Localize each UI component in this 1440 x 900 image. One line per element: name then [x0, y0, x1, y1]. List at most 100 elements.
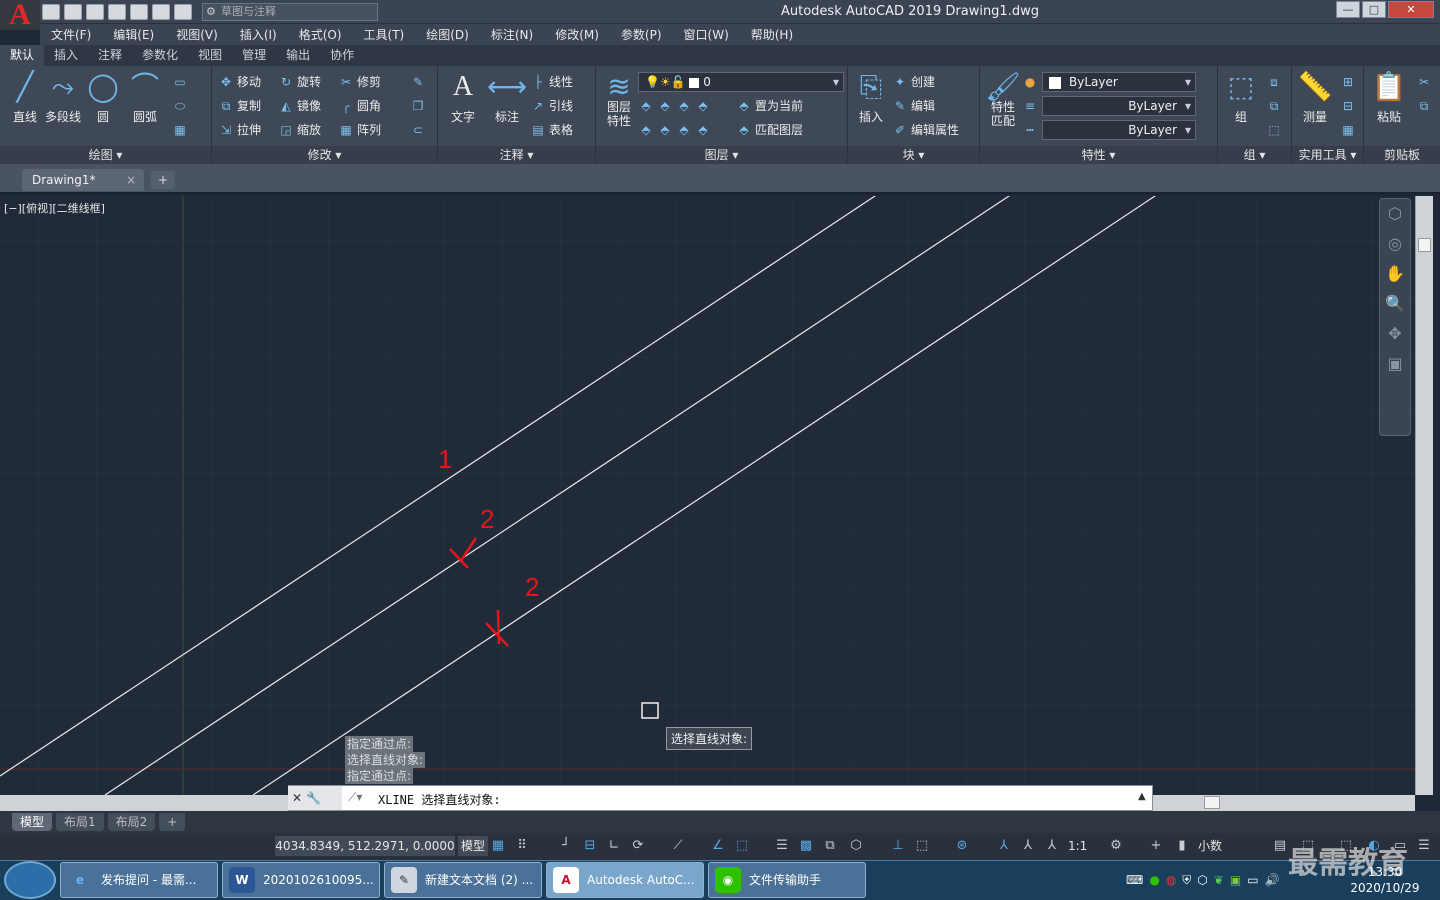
- trim-button[interactable]: ✂ 修剪: [338, 72, 381, 92]
- linear-button[interactable]: ├ 线性: [530, 72, 573, 92]
- zoom-icon[interactable]: 🔍: [1380, 289, 1410, 319]
- viewcube-icon[interactable]: ⬡: [1380, 199, 1410, 229]
- nvidia-icon[interactable]: ▣: [1230, 873, 1241, 887]
- annotation-visibility-icon[interactable]: ⅄: [994, 836, 1014, 856]
- scale-button[interactable]: ◲ 缩放: [278, 120, 321, 140]
- menu-edit[interactable]: 编辑(E): [102, 26, 165, 43]
- wechat-tray-icon[interactable]: ●: [1149, 873, 1159, 887]
- maximize-button[interactable]: □: [1362, 1, 1386, 18]
- menu-view[interactable]: 视图(V): [165, 26, 229, 43]
- customization-icon[interactable]: ☰: [1414, 836, 1434, 856]
- layer-dropdown[interactable]: 💡☀🔓 0: [638, 72, 844, 92]
- workspace-gear-icon[interactable]: ⚙: [1106, 836, 1126, 856]
- erase-icon[interactable]: ✎: [410, 72, 429, 92]
- tab-layout1[interactable]: 布局1: [56, 813, 104, 831]
- object-snap-icon[interactable]: ⬚: [732, 836, 752, 856]
- table-button[interactable]: ▤ 表格: [530, 120, 573, 140]
- group-panel-title[interactable]: 组 ▾: [1218, 146, 1291, 164]
- 3d-osnap-icon[interactable]: ⬡: [846, 836, 866, 856]
- save-as-icon[interactable]: [108, 4, 126, 20]
- draw-panel-title[interactable]: 绘图 ▾: [0, 146, 211, 164]
- move-button[interactable]: ✥ 移动: [218, 72, 261, 92]
- keyboard-icon[interactable]: ⌨: [1126, 873, 1143, 887]
- copy-clip-icon[interactable]: ⧉: [1416, 96, 1435, 116]
- antivirus-icon[interactable]: ◍: [1166, 873, 1176, 887]
- layer-tools-row1[interactable]: ⬘ ⬘ ⬘ ⬘: [638, 96, 714, 116]
- viewport-controls-label[interactable]: [−][俯视][二维线框]: [4, 200, 105, 216]
- explode-icon[interactable]: ❐: [410, 96, 429, 116]
- save-icon[interactable]: [86, 4, 104, 20]
- menu-insert[interactable]: 插入(I): [229, 26, 288, 43]
- tab-manage[interactable]: 管理: [232, 45, 276, 66]
- orbit-icon[interactable]: ✥: [1380, 319, 1410, 349]
- annotation-monitor-icon[interactable]: +: [1146, 836, 1166, 856]
- block-panel-title[interactable]: 块 ▾: [848, 146, 979, 164]
- drawing-canvas[interactable]: 1 2 2: [0, 196, 1415, 795]
- color-wheel-icon[interactable]: ●: [1022, 72, 1041, 92]
- command-prompt-icon[interactable]: ⟋▾: [348, 790, 362, 805]
- tab-layout2[interactable]: 布局2: [107, 813, 156, 831]
- edit-block-button[interactable]: ✎ 编辑: [892, 96, 935, 116]
- menu-dimension[interactable]: 标注(N): [480, 26, 544, 43]
- make-current-button[interactable]: ⬘ 置为当前: [736, 96, 803, 116]
- new-tab-button[interactable]: +: [151, 171, 175, 189]
- utilities-panel-title[interactable]: 实用工具 ▾: [1292, 146, 1363, 164]
- menu-window[interactable]: 窗口(W): [673, 26, 740, 43]
- steering-wheel-icon[interactable]: ◎: [1380, 229, 1410, 259]
- system-clock[interactable]: 13:30 2020/10/29: [1340, 864, 1430, 896]
- edit-attributes-button[interactable]: ✐ 编辑属性: [892, 120, 959, 140]
- polar-tracking-icon[interactable]: ⟳: [628, 836, 648, 856]
- redo-icon[interactable]: [174, 4, 192, 20]
- color-dropdown[interactable]: ByLayer: [1042, 72, 1196, 92]
- auto-scale-icon[interactable]: ⅄: [1018, 836, 1038, 856]
- menu-modify[interactable]: 修改(M): [544, 26, 610, 43]
- arc-button[interactable]: ⌒ 圆弧: [122, 70, 168, 125]
- display-icon[interactable]: ▭: [1247, 873, 1258, 887]
- layer-properties-button[interactable]: ≋ 图层 特性: [596, 70, 642, 128]
- volume-icon[interactable]: 🔊: [1265, 873, 1280, 887]
- vertical-scroll-thumb[interactable]: [1418, 238, 1431, 252]
- units-icon[interactable]: ▮: [1172, 836, 1192, 856]
- undo-icon[interactable]: [152, 4, 170, 20]
- quick-select-icon[interactable]: ⊞: [1340, 72, 1359, 92]
- leader-button[interactable]: ↗ 引线: [530, 96, 573, 116]
- tab-parametric[interactable]: 参数化: [132, 45, 188, 66]
- tab-insert[interactable]: 插入: [44, 45, 88, 66]
- tab-annotate[interactable]: 注释: [88, 45, 132, 66]
- taskbar-item-word[interactable]: W 2020102610095...: [222, 862, 380, 898]
- taskbar-item-browser[interactable]: e 发布提问 - 最需...: [60, 862, 218, 898]
- model-space-button[interactable]: 模型: [458, 836, 489, 856]
- tab-model[interactable]: 模型: [12, 813, 53, 831]
- annotation-scale-value[interactable]: 1:1: [1068, 836, 1087, 856]
- infer-constraints-icon[interactable]: ┘: [556, 836, 576, 856]
- menu-parametric[interactable]: 参数(P): [610, 26, 673, 43]
- open-file-icon[interactable]: [64, 4, 82, 20]
- linetype-dropdown[interactable]: ByLayer: [1042, 96, 1196, 116]
- create-block-button[interactable]: ✦ 创建: [892, 72, 935, 92]
- gizmo-icon[interactable]: ⊛: [952, 836, 972, 856]
- insert-block-button[interactable]: ⎘ 插入: [848, 70, 894, 125]
- ungroup-icon[interactable]: ⧈: [1266, 72, 1285, 92]
- units-value[interactable]: 小数: [1198, 836, 1222, 856]
- close-tab-icon[interactable]: ×: [126, 169, 136, 191]
- tab-collaborate[interactable]: 协作: [320, 45, 364, 66]
- hatch-icon[interactable]: ▦: [172, 120, 191, 140]
- match-properties-button[interactable]: 🖌 特性 匹配: [980, 70, 1026, 128]
- start-button[interactable]: [4, 861, 56, 899]
- taskbar-item-notepad[interactable]: ✎ 新建文本文档 (2) ...: [384, 862, 542, 898]
- new-file-icon[interactable]: [42, 4, 60, 20]
- selection-filter-icon[interactable]: ⬚: [912, 836, 932, 856]
- close-button[interactable]: ✕: [1388, 1, 1434, 18]
- taskbar-item-autocad[interactable]: A Autodesk AutoC...: [546, 862, 704, 898]
- text-button[interactable]: A 文字: [440, 70, 486, 125]
- stretch-button[interactable]: ⇲ 拉伸: [218, 120, 261, 140]
- annotation-scale-icon[interactable]: ⅄: [1042, 836, 1062, 856]
- tab-view[interactable]: 视图: [188, 45, 232, 66]
- dimension-button[interactable]: ⟷ 标注: [484, 70, 530, 125]
- autocad-app-menu-icon[interactable]: A: [0, 0, 40, 30]
- taskbar-item-wechat[interactable]: ◉ 文件传输助手: [708, 862, 866, 898]
- layer-tools-row2[interactable]: ⬘ ⬘ ⬘ ⬘: [638, 120, 714, 140]
- close-command-icon[interactable]: ✕: [292, 791, 302, 805]
- copy-button[interactable]: ⧉ 复制: [218, 96, 261, 116]
- plot-icon[interactable]: [130, 4, 148, 20]
